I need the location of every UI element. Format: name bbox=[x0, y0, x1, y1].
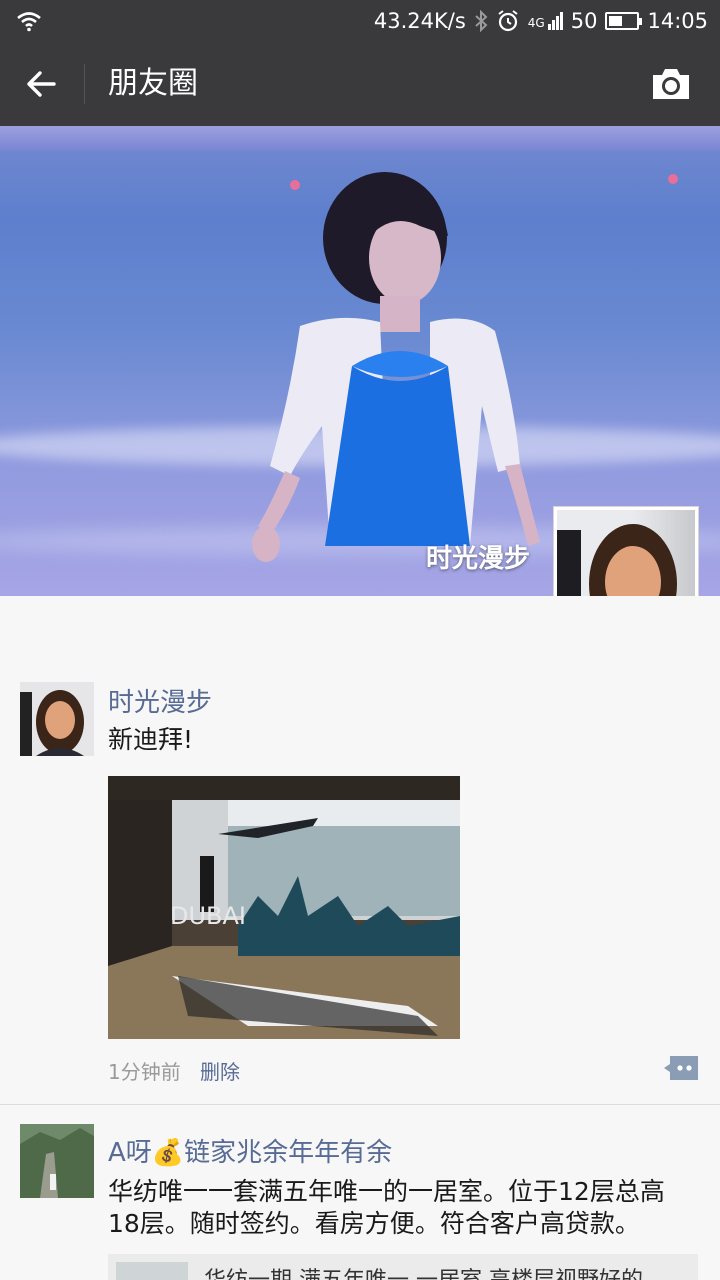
network-speed: 43.24K/s bbox=[373, 9, 466, 33]
battery-percent: 50 bbox=[570, 9, 598, 33]
title-bar: 朋友圈 bbox=[0, 42, 720, 126]
post-photo[interactable]: DUBAI bbox=[108, 776, 460, 1039]
page-title: 朋友圈 bbox=[108, 66, 198, 101]
wifi-icon bbox=[17, 12, 41, 32]
network-type: 4G bbox=[527, 16, 545, 30]
post-text-line: 华纺唯一一套满五年唯一的一居室。位于12层总高 bbox=[108, 1177, 665, 1206]
status-bar: 43.24K/s 4G 50 14:05 bbox=[0, 0, 720, 42]
photo-dubai-text: DUBAI bbox=[170, 902, 246, 930]
battery-icon bbox=[605, 12, 643, 30]
post-time: 1分钟前 bbox=[108, 1060, 181, 1084]
camera-icon[interactable] bbox=[650, 66, 692, 102]
link-title: 华纺一期 满五年唯一 一居室 高楼层视野好的 bbox=[204, 1262, 643, 1280]
bluetooth-icon bbox=[475, 10, 488, 32]
cover-user-name: 时光漫步 bbox=[425, 544, 530, 574]
post-nickname[interactable]: A呀💰链家兆余年年有余 bbox=[108, 1132, 392, 1169]
clock: 14:05 bbox=[647, 9, 708, 33]
post-divider bbox=[0, 1104, 720, 1105]
arrow-left-icon[interactable] bbox=[22, 64, 62, 104]
comment-icon[interactable] bbox=[662, 1054, 700, 1082]
post-avatar[interactable] bbox=[20, 682, 94, 756]
link-thumbnail bbox=[116, 1262, 188, 1280]
moments-feed[interactable]: 时光漫步 新迪拜! DUBAI 1分钟前 删除 A呀💰链家兆余年年有余 华纺唯一… bbox=[0, 596, 720, 1280]
delete-link[interactable]: 删除 bbox=[200, 1056, 240, 1085]
post-photo-image: DUBAI bbox=[108, 776, 460, 1039]
post-text-line: 18层。随时签约。看房方便。符合客户高贷款。 bbox=[108, 1209, 640, 1238]
post-avatar-image bbox=[20, 1124, 94, 1198]
link-card[interactable]: 华纺一期 满五年唯一 一居室 高楼层视野好的 bbox=[108, 1254, 698, 1280]
title-divider bbox=[84, 64, 85, 104]
alarm-icon bbox=[498, 10, 518, 32]
post-avatar[interactable] bbox=[20, 1124, 94, 1198]
post-avatar-image bbox=[20, 682, 94, 756]
post-nickname[interactable]: 时光漫步 bbox=[108, 682, 212, 719]
post-text: 新迪拜! bbox=[108, 725, 194, 754]
signal-icon: 4G bbox=[528, 12, 563, 30]
